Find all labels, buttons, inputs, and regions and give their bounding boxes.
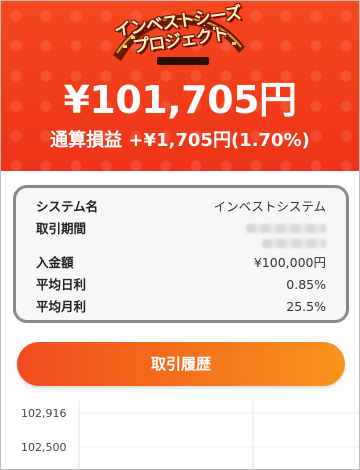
daily-rate-label: 平均日利	[36, 277, 87, 292]
monthly-rate-row: 平均月利 25.5%	[36, 296, 326, 318]
trade-history-button[interactable]: 取引履歴	[17, 342, 345, 386]
trade-period-row: 取引期間	[36, 218, 326, 252]
system-name-value: インベストシステム	[213, 199, 326, 214]
total-pnl: 通算損益 +¥1,705円(1.70%)	[50, 130, 310, 151]
summary-header: インベストシーズ プロジェクト ¥101,705円 通算損益 +¥1,705円(…	[1, 1, 359, 171]
deposit-row: 入金額 ¥100,000円	[36, 252, 326, 274]
app-frame: インベストシーズ プロジェクト ¥101,705円 通算損益 +¥1,705円(…	[0, 0, 360, 470]
system-name-label: システム名	[36, 199, 99, 214]
monthly-rate-value: 25.5%	[286, 299, 326, 314]
deposit-label: 入金額	[36, 255, 74, 270]
balance-amount: ¥101,705円	[63, 78, 297, 122]
daily-rate-row: 平均日利 0.85%	[36, 274, 326, 296]
y-tick-label: 102,500	[21, 441, 67, 454]
project-logo: インベストシーズ プロジェクト	[109, 3, 249, 69]
system-info-card: システム名 インベストシステム 取引期間 入金額 ¥100,000円 平均日利 …	[13, 185, 349, 323]
logo-ribbon	[157, 57, 209, 65]
daily-rate-value: 0.85%	[286, 277, 326, 292]
y-tick-label: 102,916	[21, 407, 67, 420]
balance-chart: 102,916 102,500	[21, 401, 359, 469]
trade-period-label: 取引期間	[36, 221, 87, 236]
deposit-value: ¥100,000円	[253, 255, 326, 270]
system-name-row: システム名 インベストシステム	[36, 196, 326, 218]
monthly-rate-label: 平均月利	[36, 299, 87, 314]
trade-period-value-redacted	[246, 221, 326, 251]
